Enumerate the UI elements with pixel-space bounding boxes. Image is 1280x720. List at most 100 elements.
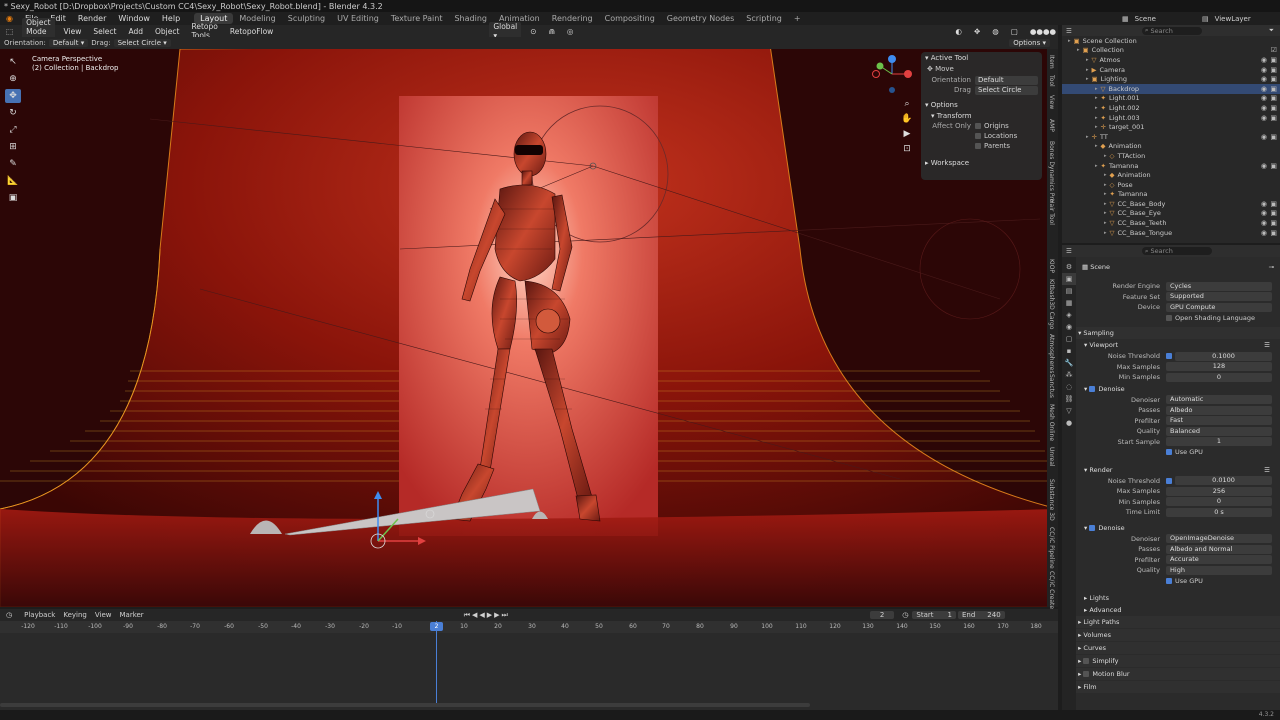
motion-blur-section[interactable]: ▸ Motion Blur — [1076, 668, 1280, 680]
viewlayer-name[interactable]: ViewLayer — [1215, 15, 1251, 23]
menu-render[interactable]: Render — [72, 14, 112, 23]
render-camera-icon[interactable]: ▣ — [1270, 209, 1277, 217]
vp-passes-dropdown[interactable]: Albedo — [1166, 405, 1272, 415]
r-use-gpu-checkbox[interactable] — [1166, 577, 1172, 584]
menu-add[interactable]: Add — [122, 27, 149, 36]
measure-tool-icon[interactable]: 📐 — [5, 174, 21, 188]
outliner-row[interactable]: ▸ ✦ Light.003 ◉ ▣ — [1062, 113, 1280, 123]
menu-marker[interactable]: Marker — [119, 611, 143, 619]
film-section[interactable]: ▸ Film — [1076, 681, 1280, 693]
r-noise-threshold-field[interactable]: 0.0100 — [1175, 476, 1272, 486]
sidetab-tool[interactable]: Tool — [1048, 75, 1055, 87]
output-tab-icon[interactable]: ▤ — [1062, 285, 1076, 297]
drag-dropdown[interactable]: Select Circle ▾ — [113, 39, 171, 47]
menu-window[interactable]: Window — [112, 14, 156, 23]
xray-icon[interactable]: ▢ — [1005, 27, 1024, 36]
visibility-eye-icon[interactable]: ◉ — [1261, 209, 1267, 217]
motion-blur-checkbox[interactable] — [1083, 671, 1090, 677]
tab-texture-paint[interactable]: Texture Paint — [385, 13, 449, 24]
vp-max-samples-field[interactable]: 128 — [1166, 362, 1272, 372]
r-noise-threshold-checkbox[interactable] — [1166, 477, 1172, 484]
visibility-icon[interactable]: ◐ — [949, 27, 968, 36]
expand-chevron-icon[interactable]: ▸ — [1068, 38, 1071, 44]
shading-modes-icon[interactable]: ●●●● — [1024, 27, 1062, 36]
outliner-row[interactable]: ▸ ▽ Backdrop ◉ ▣ — [1062, 83, 1280, 94]
outliner-row[interactable]: ▸ ▽ CC_Base_Teeth ◉ ▣ — [1062, 218, 1280, 228]
tab-scripting[interactable]: Scripting — [740, 13, 788, 24]
render-camera-icon[interactable]: ▣ — [1270, 85, 1277, 93]
render-camera-icon[interactable]: ▣ — [1270, 94, 1277, 102]
outliner-row[interactable]: ▸ ✛ target_001 — [1062, 122, 1280, 132]
npanel-orientation-dropdown[interactable]: Default — [975, 75, 1038, 85]
tab-compositing[interactable]: Compositing — [599, 13, 661, 24]
expand-chevron-icon[interactable]: ▸ — [1086, 67, 1089, 73]
outliner-row[interactable]: ▸ ◆ Animation — [1062, 170, 1280, 180]
sidetab-hair-tool[interactable]: Hair Tool — [1048, 199, 1055, 225]
overlay-icon[interactable]: ◍ — [986, 27, 1005, 36]
tab-sculpting[interactable]: Sculpting — [282, 13, 331, 24]
outliner-row[interactable]: ▸ ✦ Light.002 ◉ ▣ — [1062, 103, 1280, 113]
particles-tab-icon[interactable]: ⁂ — [1062, 369, 1076, 381]
expand-chevron-icon[interactable]: ▸ — [1104, 230, 1107, 236]
add-cube-tool-icon[interactable]: ▣ — [5, 191, 21, 205]
sidetab-amp[interactable]: AMP — [1048, 119, 1055, 132]
expand-chevron-icon[interactable]: ▸ — [1104, 201, 1107, 207]
outliner-editor-icon[interactable]: ☰ — [1066, 27, 1072, 35]
tab-modeling[interactable]: Modeling — [233, 13, 281, 24]
vp-min-samples-field[interactable]: 0 — [1166, 372, 1272, 382]
current-frame-field[interactable]: 2 — [869, 611, 895, 619]
r-prefilter-dropdown[interactable]: Accurate — [1166, 555, 1272, 565]
sidetab-cc-pipeline[interactable]: CC/iC Pipeline — [1048, 527, 1055, 569]
outliner-row[interactable]: ▸ ◇ TTAction — [1062, 151, 1280, 161]
simplify-checkbox[interactable] — [1083, 658, 1090, 664]
end-frame-field[interactable]: End 240 — [957, 611, 1005, 619]
render-camera-icon[interactable]: ▣ — [1270, 229, 1277, 237]
r-quality-dropdown[interactable]: High — [1166, 565, 1272, 575]
expand-chevron-icon[interactable]: ▸ — [1086, 57, 1089, 63]
feature-set-dropdown[interactable]: Supported — [1166, 292, 1272, 302]
properties-search-input[interactable]: ⌕ Search — [1141, 247, 1212, 255]
vp-noise-threshold-checkbox[interactable] — [1166, 353, 1172, 360]
vp-prefilter-dropdown[interactable]: Fast — [1166, 416, 1272, 426]
snap-icon[interactable]: ⋒ — [543, 27, 561, 36]
outliner-row[interactable]: ▸ ▽ Atmos ◉ ▣ — [1062, 55, 1280, 65]
timeline[interactable]: -120 -110 -100 -90 -80 -70 -60 -50 -40 -30 -20 -10 1… — [0, 621, 1058, 710]
blender-logo-icon[interactable]: ◉ — [0, 14, 19, 23]
render-camera-icon[interactable]: ▣ — [1270, 66, 1277, 74]
volumes-section[interactable]: ▸ Volumes — [1076, 629, 1280, 641]
vp-start-sample-field[interactable]: 1 — [1166, 437, 1272, 447]
visibility-eye-icon[interactable]: ◉ — [1261, 85, 1267, 93]
sidetab-cc-create[interactable]: CC/iC Create — [1048, 571, 1055, 609]
sidetab-substance[interactable]: Substance 3D — [1048, 479, 1055, 521]
pan-hand-icon[interactable]: ✋ — [901, 112, 913, 127]
outliner-row[interactable]: ▸ ◇ Pose — [1062, 180, 1280, 190]
outliner-row[interactable]: ▸ ▣ Lighting ◉ ▣ — [1062, 74, 1280, 84]
menu-keying[interactable]: Keying — [63, 611, 87, 619]
r-denoiser-dropdown[interactable]: OpenImageDenoise — [1166, 534, 1272, 544]
vp-quality-dropdown[interactable]: Balanced — [1166, 426, 1272, 436]
tool-tab-icon[interactable]: ⚙ — [1062, 261, 1076, 273]
sidetab-view[interactable]: View — [1048, 95, 1055, 109]
expand-chevron-icon[interactable]: ▸ — [1104, 210, 1107, 216]
visibility-eye-icon[interactable]: ◉ — [1261, 75, 1267, 83]
material-tab-icon[interactable]: ● — [1062, 417, 1076, 429]
proportional-edit-icon[interactable]: ◎ — [561, 27, 580, 36]
render-camera-icon[interactable]: ▣ — [1270, 219, 1277, 227]
expand-chevron-icon[interactable]: ▸ — [1104, 153, 1107, 159]
lock-icon[interactable]: ⊡ — [901, 142, 913, 157]
sidetab-bones-dynamics[interactable]: Bones Dynamics Pro — [1048, 141, 1055, 202]
vp-noise-threshold-field[interactable]: 0.1000 — [1175, 351, 1272, 361]
3d-viewport[interactable]: Camera Perspective (2) Collection | Back… — [0, 49, 1058, 607]
modifier-tab-icon[interactable]: 🔧 — [1062, 357, 1076, 369]
transform-tool-icon[interactable]: ⊞ — [5, 140, 21, 154]
render-camera-icon[interactable]: ▣ — [1270, 133, 1277, 141]
expand-chevron-icon[interactable]: ▸ — [1095, 86, 1098, 92]
start-frame-field[interactable]: Start 1 — [912, 611, 956, 619]
render-camera-icon[interactable]: ▣ — [1270, 56, 1277, 64]
r-time-limit-field[interactable]: 0 s — [1166, 507, 1272, 517]
outliner-row[interactable]: ▸ ▽ CC_Base_Body ◉ ▣ — [1062, 199, 1280, 209]
render-camera-icon[interactable]: ▣ — [1270, 200, 1277, 208]
viewport-subsection-header[interactable]: ▾ Viewport ☰ — [1076, 339, 1280, 351]
active-tool-header[interactable]: ▾ Active Tool — [921, 52, 1042, 63]
workspace-header[interactable]: ▸ Workspace — [921, 157, 1042, 168]
